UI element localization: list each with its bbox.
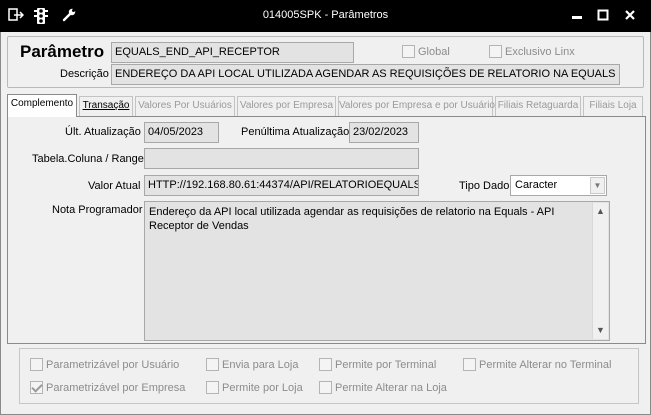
parametrizavel-empresa-box[interactable] (30, 381, 43, 394)
scroll-up-icon[interactable]: ▲ (593, 204, 608, 219)
parametro-field[interactable]: EQUALS_END_API_RECEPTOR (111, 42, 354, 63)
exclusivo-linx-checkbox[interactable]: Exclusivo Linx (489, 45, 575, 58)
parametro-label: Parâmetro (20, 42, 105, 61)
valor-atual-field[interactable]: HTTP://192.168.80.61:44374/API/RELATORIO… (144, 175, 419, 196)
nota-programador-memo[interactable]: Endereço da API local utilizada agendar … (144, 201, 610, 341)
parametrizavel-usuario-label: Parametrizável por Usuário (46, 359, 180, 371)
global-label: Global (418, 46, 450, 58)
permite-alterar-loja-checkbox[interactable]: Permite Alterar na Loja (319, 381, 447, 394)
global-checkbox[interactable]: Global (402, 45, 450, 58)
tab-valores-por-empresa-e-usuario[interactable]: Valores por Empresa e por Usuário (338, 96, 495, 116)
global-checkbox-box[interactable] (402, 45, 415, 58)
envia-loja-label: Envia para Loja (222, 359, 299, 371)
permite-terminal-label: Permite por Terminal (335, 359, 437, 371)
tabela-coluna-range-field[interactable] (144, 148, 419, 169)
parametrizavel-empresa-checkbox[interactable]: Parametrizável por Empresa (30, 381, 185, 394)
tab-complemento[interactable]: Complemento (7, 94, 77, 117)
valor-atual-label: Valor Atual (88, 180, 141, 192)
parameter-header: Parâmetro EQUALS_END_API_RECEPTOR Global… (7, 36, 644, 88)
tab-filiais-loja[interactable]: Filiais Loja (583, 96, 643, 116)
minimize-button[interactable] (571, 8, 583, 25)
descricao-label: Descrição (60, 68, 109, 80)
permite-alterar-loja-box[interactable] (319, 381, 332, 394)
window-title: 014005SPK - Parâmetros (262, 9, 389, 21)
permite-loja-checkbox[interactable]: Permite por Loja (206, 381, 303, 394)
tab-valores-por-usuarios[interactable]: Valores Por Usuários (135, 96, 235, 116)
permite-terminal-checkbox[interactable]: Permite por Terminal (319, 358, 436, 371)
parametrizavel-usuario-box[interactable] (30, 358, 43, 371)
nota-programador-text: Endereço da API local utilizada agendar … (149, 206, 555, 232)
tab-filiais-retaguarda[interactable]: Filiais Retaguarda (495, 96, 581, 116)
tipo-dado-select[interactable]: Caracter ▼ (510, 175, 607, 196)
penultima-atualizacao-field[interactable]: 23/02/2023 (349, 122, 419, 143)
chevron-down-icon[interactable]: ▼ (590, 177, 605, 194)
permite-alterar-terminal-box[interactable] (463, 358, 476, 371)
complemento-panel: Últ. Atualização 04/05/2023 Penúltima At… (7, 116, 646, 344)
close-button[interactable] (624, 8, 636, 25)
tipo-dado-label: Tipo Dado (459, 180, 510, 192)
permite-alterar-terminal-label: Permite Alterar no Terminal (479, 359, 612, 371)
envia-loja-checkbox[interactable]: Envia para Loja (206, 358, 298, 371)
permite-loja-box[interactable] (206, 381, 219, 394)
tipo-dado-value: Caracter (515, 179, 558, 191)
penultima-atualizacao-label: Penúltima Atualização (241, 126, 350, 138)
permite-alterar-terminal-checkbox[interactable]: Permite Alterar no Terminal (463, 358, 611, 371)
tab-valores-por-empresa[interactable]: Valores por Empresa (237, 96, 336, 116)
tab-bar: Complemento Transação Valores Por Usuári… (7, 94, 647, 117)
maximize-button[interactable] (597, 8, 609, 25)
permite-terminal-box[interactable] (319, 358, 332, 371)
tab-transacao[interactable]: Transação (79, 96, 133, 116)
permite-alterar-loja-label: Permite Alterar na Loja (335, 382, 447, 394)
scroll-down-icon[interactable]: ▼ (593, 323, 608, 338)
exclusivo-linx-label: Exclusivo Linx (505, 46, 575, 58)
exclusivo-linx-checkbox-box[interactable] (489, 45, 502, 58)
memo-scrollbar[interactable]: ▲ ▼ (592, 203, 608, 339)
nota-programador-label: Nota Programador (52, 204, 143, 216)
parametrizavel-usuario-checkbox[interactable]: Parametrizável por Usuário (30, 358, 179, 371)
permite-loja-label: Permite por Loja (222, 382, 303, 394)
ult-atualizacao-label: Últ. Atualização (65, 126, 141, 138)
tabela-coluna-range-label: Tabela.Coluna / Range (32, 153, 144, 165)
options-group: Parametrizável por Usuário Envia para Lo… (19, 348, 639, 404)
ult-atualizacao-field[interactable]: 04/05/2023 (144, 122, 219, 143)
title-bar: 014005SPK - Parâmetros (0, 0, 651, 32)
parametrizavel-empresa-label: Parametrizável por Empresa (46, 382, 186, 394)
descricao-field[interactable]: ENDEREÇO DA API LOCAL UTILIZADA AGENDAR … (111, 64, 620, 85)
envia-loja-box[interactable] (206, 358, 219, 371)
window-body: Parâmetro EQUALS_END_API_RECEPTOR Global… (0, 32, 651, 415)
